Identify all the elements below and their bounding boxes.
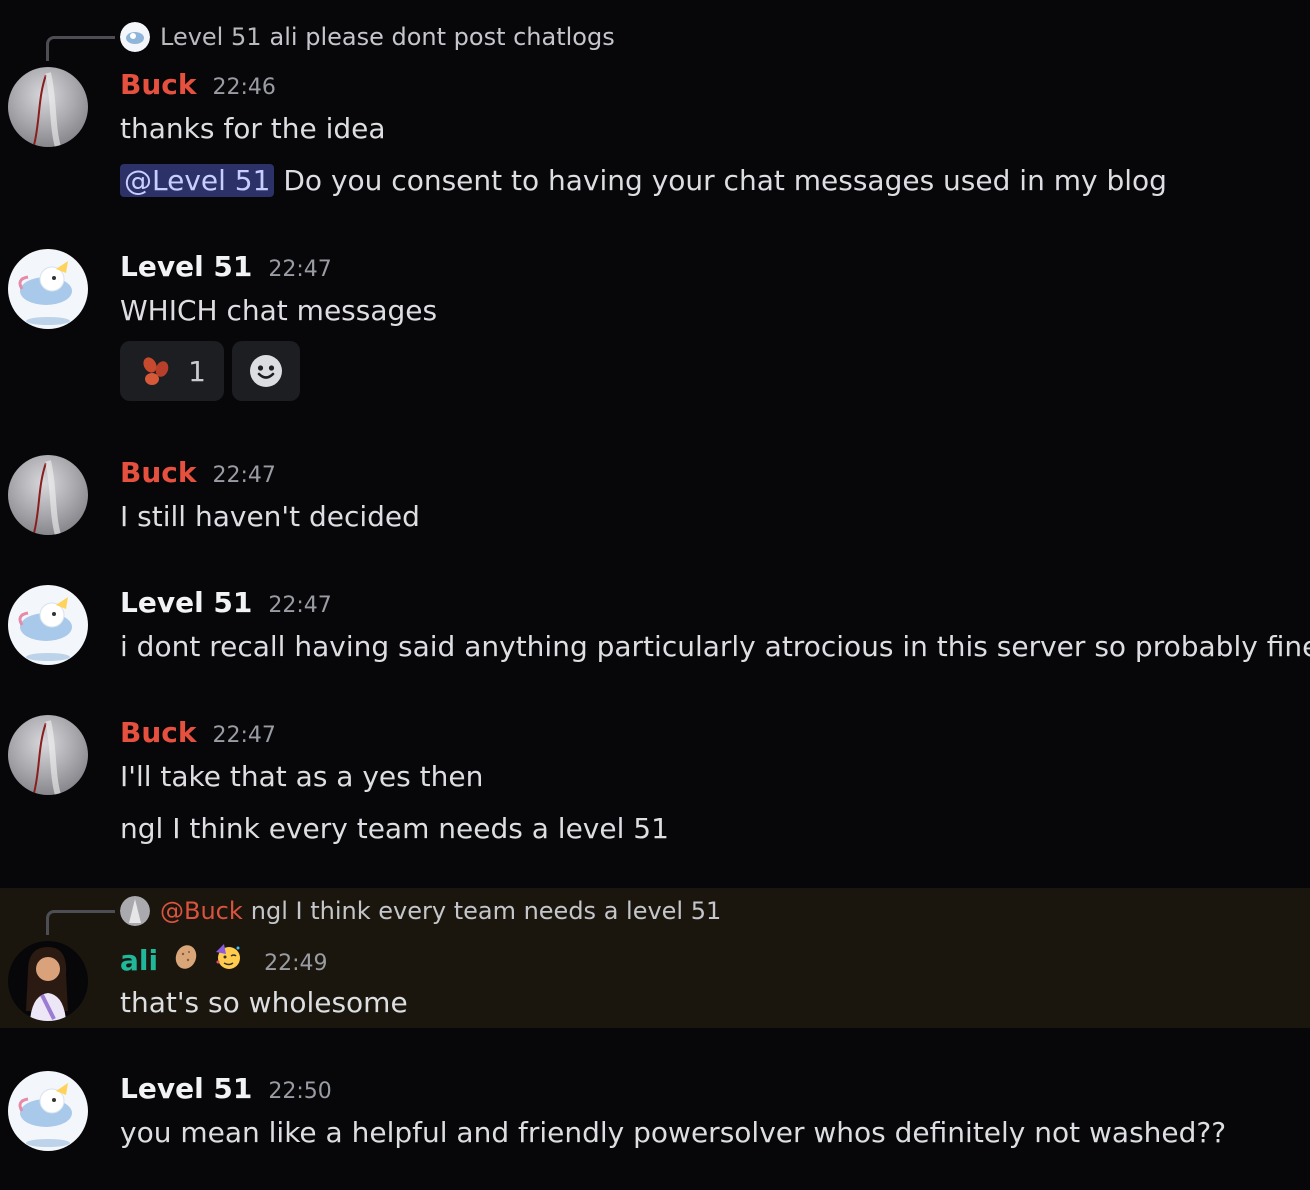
potato-icon	[175, 945, 197, 969]
add-reaction-button[interactable]	[232, 341, 300, 401]
author-name[interactable]: Buck	[120, 716, 197, 749]
message-header: Buck 22:46	[120, 68, 276, 101]
user-mention[interactable]: @Level 51	[120, 164, 275, 197]
reply-reference[interactable]: @Buck ngl I think every team needs a lev…	[120, 896, 721, 926]
message-text-mention: @Level 51 Do you consent to having your …	[120, 164, 1167, 197]
level51-mini-avatar	[120, 22, 150, 52]
avatar-buck[interactable]	[8, 715, 88, 795]
author-name[interactable]: Buck	[120, 68, 197, 101]
beans-icon	[143, 357, 169, 385]
message-text: WHICH chat messages	[120, 294, 438, 327]
message-text: I still haven't decided	[120, 500, 420, 533]
timestamp: 22:47	[212, 723, 276, 748]
message-header: ali 22:49	[120, 942, 328, 977]
reaction-beans[interactable]: 1	[120, 341, 224, 401]
reply-spine	[46, 36, 115, 61]
message-header: Level 51 22:47	[120, 250, 332, 283]
message-text: I'll take that as a yes then	[120, 760, 484, 793]
avatar-buck[interactable]	[8, 455, 88, 535]
author-name[interactable]: Level 51	[120, 250, 252, 283]
message-text: i dont recall having said anything parti…	[120, 630, 1310, 663]
message-text: that's so wholesome	[120, 986, 408, 1019]
author-name[interactable]: Level 51	[120, 1072, 252, 1105]
reply-text: ali please dont post chatlogs	[269, 23, 615, 51]
message-header: Buck 22:47	[120, 456, 276, 489]
author-name[interactable]: Level 51	[120, 586, 252, 619]
message-text: you mean like a helpful and friendly pow…	[120, 1116, 1227, 1149]
author-name[interactable]: ali	[120, 944, 158, 977]
add-reaction-icon	[250, 355, 282, 387]
buck-mini-avatar	[120, 896, 150, 926]
timestamp: 22:47	[268, 257, 332, 282]
timestamp: 22:50	[268, 1079, 332, 1104]
avatar-level51[interactable]	[8, 249, 88, 329]
avatar-ali[interactable]	[8, 941, 88, 1021]
reply-text: ngl I think every team needs a level 51	[250, 897, 722, 925]
timestamp: 22:46	[212, 75, 276, 100]
message-header: Level 51 22:47	[120, 586, 332, 619]
reaction-count: 1	[188, 354, 206, 388]
avatar-level51[interactable]	[8, 585, 88, 665]
timestamp: 22:47	[268, 593, 332, 618]
reply-author[interactable]: Level 51	[160, 23, 262, 51]
author-name[interactable]: Buck	[120, 456, 197, 489]
message-text: Do you consent to having your chat messa…	[283, 164, 1167, 197]
party-face-icon	[216, 944, 241, 969]
reply-author[interactable]: @Buck	[160, 897, 243, 925]
message-text: thanks for the idea	[120, 112, 386, 145]
reply-reference[interactable]: Level 51 ali please dont post chatlogs	[120, 22, 615, 52]
timestamp: 22:49	[264, 951, 328, 976]
timestamp: 22:47	[212, 463, 276, 488]
avatar-buck[interactable]	[8, 67, 88, 147]
message-text: ngl I think every team needs a level 51	[120, 812, 669, 845]
message-header: Level 51 22:50	[120, 1072, 332, 1105]
reply-spine	[46, 910, 115, 935]
message-header: Buck 22:47	[120, 716, 276, 749]
avatar-level51[interactable]	[8, 1071, 88, 1151]
